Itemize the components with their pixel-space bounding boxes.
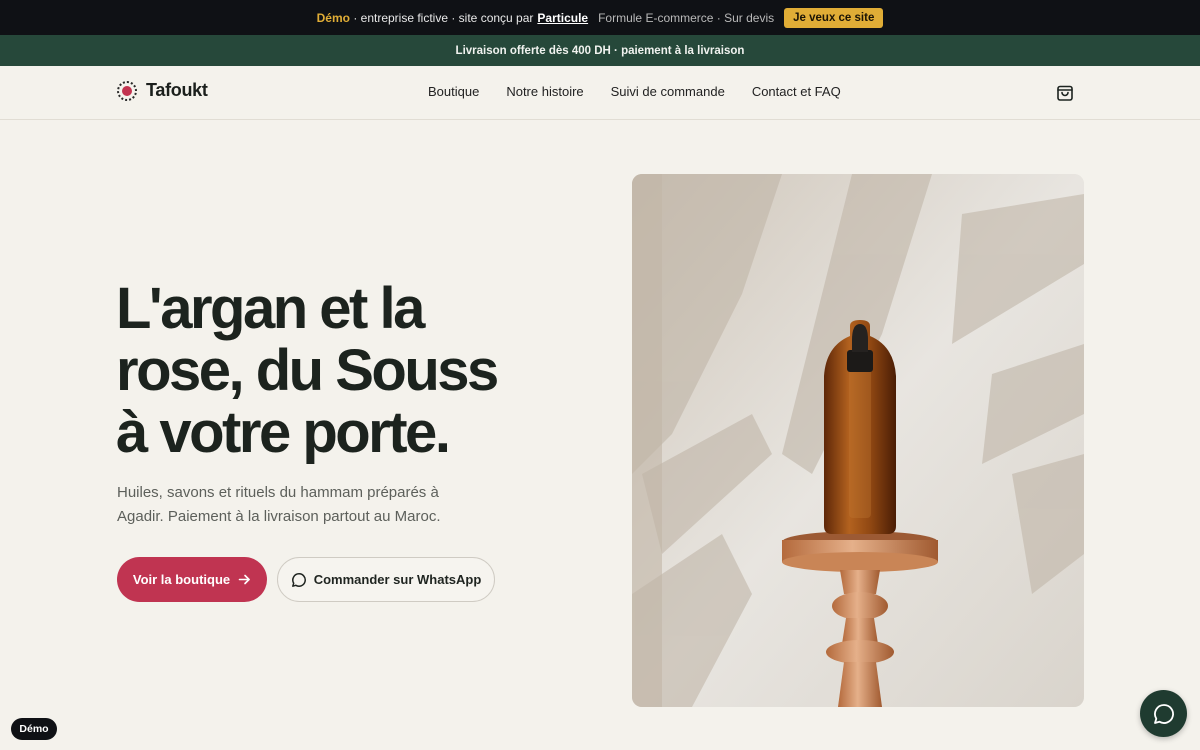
whatsapp-order-button[interactable]: Commander sur WhatsApp: [277, 557, 495, 602]
hero-title: L'argan et la rose, du Souss à votre por…: [116, 278, 566, 464]
hero-title-line: L'argan et la: [116, 276, 425, 341]
brand-logo-link[interactable]: Tafoukt: [117, 80, 208, 101]
demo-label: Démo: [316, 10, 350, 25]
hero-title-line: à votre porte.: [116, 400, 451, 465]
particule-link[interactable]: Particule: [537, 11, 588, 25]
hero-subtitle: Huiles, savons et rituels du hammam prép…: [117, 481, 457, 529]
nav-item-suivi-commande[interactable]: Suivi de commande: [611, 84, 725, 99]
nav-item-boutique[interactable]: Boutique: [428, 84, 479, 99]
site-header: Tafoukt Boutique Notre histoire Suivi de…: [0, 66, 1200, 120]
brand-name: Tafoukt: [146, 80, 208, 100]
chat-bubble-icon: [291, 572, 306, 587]
shop-button[interactable]: Voir la boutique: [117, 557, 267, 602]
shipping-announcement: Livraison offerte dès 400 DH · paiement …: [0, 35, 1200, 66]
hero-title-line: rose, du Souss: [116, 338, 499, 403]
arrow-right-icon: [238, 574, 250, 585]
hero-subtitle-line: Agadir. Paiement à la livraison partout …: [117, 508, 441, 525]
whatsapp-button-label: Commander sur WhatsApp: [313, 572, 482, 587]
brand-mark-icon: [117, 80, 137, 101]
hero-product-image: [632, 174, 1084, 707]
hero-subtitle-line: Huiles, savons et rituels du hammam prép…: [117, 484, 439, 501]
nav-item-contact-faq[interactable]: Contact et FAQ: [752, 84, 841, 99]
demo-text: · entreprise fictive · site conçu par: [349, 10, 534, 25]
demo-badge[interactable]: Démo: [11, 718, 57, 740]
main-nav: Boutique Notre histoire Suivi de command…: [428, 84, 868, 99]
want-this-site-button[interactable]: Je veux ce site: [784, 7, 884, 28]
chat-bubble-icon[interactable]: [1140, 690, 1187, 737]
nav-item-notre-histoire[interactable]: Notre histoire: [506, 84, 583, 99]
shop-button-label: Voir la boutique: [132, 572, 231, 587]
demo-banner: Démo · entreprise fictive · site conçu p…: [0, 0, 1200, 35]
shopping-bag-icon[interactable]: [1056, 84, 1074, 102]
formula-text: Formule E-commerce · Sur devis: [598, 10, 775, 25]
shipping-text: Livraison offerte dès 400 DH · paiement …: [455, 44, 745, 57]
